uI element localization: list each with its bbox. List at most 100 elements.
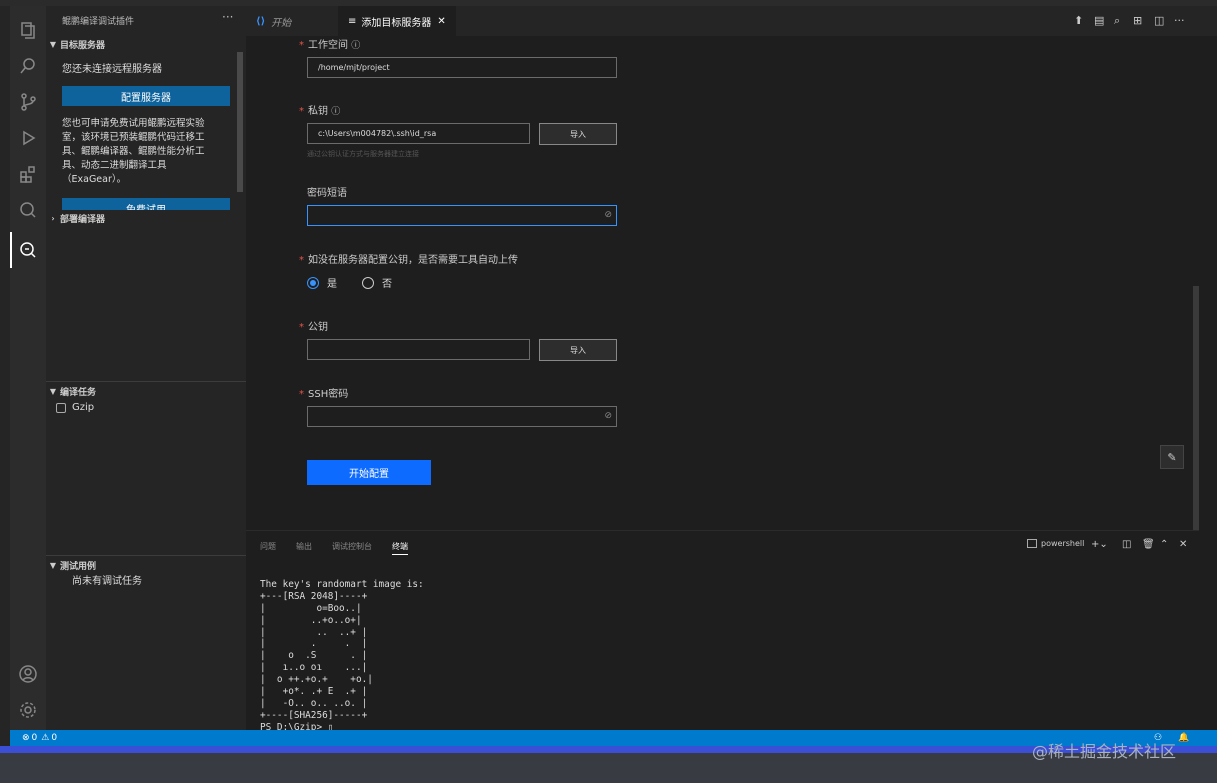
terminal-shell-selector[interactable]: powershell (1027, 539, 1084, 548)
required-mark: * (299, 255, 304, 266)
radio-no[interactable]: 否 (362, 275, 392, 290)
section-test-cases[interactable]: ▼ 测试用例 (46, 557, 246, 573)
public-key-input[interactable] (307, 339, 530, 360)
section-label: 编译任务 (60, 387, 97, 398)
tab-terminal[interactable]: 终端 (392, 541, 408, 555)
search-icon[interactable]: ⌕ (1114, 14, 1120, 28)
split-editor-icon[interactable]: ◫ (1154, 14, 1164, 27)
sidebar-title: 鲲鹏编译调试插件 (62, 17, 135, 27)
terminal-output[interactable]: The key's randomart image is: +---[RSA 20… (260, 567, 424, 758)
edit-icon[interactable]: ✎ (1160, 445, 1184, 469)
warning-icon[interactable]: ⚠ (41, 733, 49, 743)
private-key-hint: 通过公钥认证方式与服务器建立连接 (307, 150, 419, 158)
source-control-icon[interactable] (10, 84, 46, 120)
trial-text: 您也可申请免费试用鲲鹏远程实验 室，该环境已预装鲲鹏代码迁移工 具、鲲鹏编译器、… (62, 117, 205, 187)
editor-tab-bar: ⟨⟩ 开始 ≡ 添加目标服务器 ✕ ⬆ ▤ ⌕ ⊞ ◫ ··· (246, 6, 1217, 36)
import-private-key-button[interactable]: 导入 (539, 123, 617, 145)
sidebar: 鲲鹏编译调试插件 ··· ▼ 目标服务器 您还未连接远程服务器 配置服务器 您也… (46, 6, 246, 730)
task-icon (56, 403, 66, 413)
account-icon[interactable] (10, 656, 46, 692)
workspace-input[interactable]: /home/mjt/project (307, 57, 617, 78)
settings-gear-icon[interactable] (10, 692, 46, 728)
error-count[interactable]: 0 (32, 733, 38, 743)
help-icon[interactable]: ⓘ (331, 107, 340, 117)
eye-off-icon[interactable]: ⊘ (604, 210, 612, 220)
explorer-icon[interactable] (10, 12, 46, 48)
passphrase-label: 密码短语 (307, 188, 347, 199)
trial-button-clip: 免费试用 (62, 198, 230, 210)
required-mark: * (299, 322, 304, 333)
more-actions-icon[interactable]: ··· (1174, 14, 1185, 27)
more-actions-icon[interactable]: ··· (222, 10, 233, 24)
kunpeng-compiler-icon[interactable] (10, 232, 46, 268)
configure-server-button[interactable]: 配置服务器 (62, 86, 230, 106)
private-key-label: * 私钥 ⓘ (299, 102, 340, 117)
tab-label: 添加目标服务器 (361, 17, 432, 29)
terminal-line: | -O.. o.. ..o. | (260, 697, 368, 709)
section-label: 测试用例 (60, 561, 97, 572)
trial-line: 具、动态二进制翻译工具 (62, 160, 167, 171)
sidebar-scrollbar[interactable] (237, 52, 243, 192)
tab-label: 开始 (271, 17, 292, 29)
shell-label: powershell (1041, 539, 1085, 548)
split-terminal-icon[interactable]: ◫ (1122, 539, 1131, 550)
free-trial-button[interactable]: 免费试用 (62, 198, 230, 210)
section-target-server[interactable]: ▼ 目标服务器 (46, 36, 246, 52)
section-label: 部署编译器 (60, 214, 106, 225)
activity-bar (10, 6, 46, 730)
notifications-bell-icon[interactable]: 🔔 (1178, 733, 1189, 743)
section-deploy-compiler[interactable]: › 部署编译器 (46, 210, 246, 226)
vscode-logo-icon: ⟨⟩ (256, 15, 266, 27)
tab-start[interactable]: ⟨⟩ 开始 (246, 6, 338, 36)
not-connected-text: 您还未连接远程服务器 (62, 64, 162, 75)
terminal-icon (1027, 539, 1037, 548)
section-compile-tasks[interactable]: ▼ 编译任务 (46, 383, 246, 399)
label-text: SSH密码 (308, 389, 349, 400)
trial-line: 具、鲲鹏编译器、鲲鹏性能分析工 (62, 146, 205, 157)
terminal-line: +----[SHA256]-----+ (260, 709, 368, 721)
label-text: 工作空间 (308, 40, 348, 51)
start-configuration-button[interactable]: 开始配置 (307, 460, 431, 485)
private-key-input[interactable]: c:\Users\m004782\.ssh\id_rsa (307, 123, 530, 144)
divider (46, 381, 246, 382)
radio-yes[interactable]: 是 (307, 275, 337, 290)
divider (46, 555, 246, 556)
editor-area: * 工作空间 ⓘ /home/mjt/project * 私钥 ⓘ c:\Users… (246, 36, 1199, 530)
close-panel-icon[interactable]: ✕ (1179, 539, 1187, 550)
ssh-password-input[interactable]: ⊘ (307, 406, 617, 427)
chevron-down-icon: ▼ (49, 386, 57, 396)
maximize-panel-icon[interactable]: ⌃ (1160, 539, 1168, 550)
public-key-label: * 公钥 (299, 318, 328, 333)
tab-debug-console[interactable]: 调试控制台 (332, 541, 372, 552)
add-terminal-icon[interactable]: +⌄ (1091, 539, 1108, 550)
upload-icon[interactable]: ⬆ (1074, 14, 1083, 27)
terminal-line: | ı..o oı ...| (260, 662, 368, 674)
compile-item-gzip[interactable]: Gzip (56, 401, 94, 415)
compare-icon[interactable]: ⊞ (1133, 14, 1142, 27)
search-icon[interactable] (10, 48, 46, 84)
passphrase-input[interactable]: ⊘ (307, 205, 617, 226)
radio-checked-icon (307, 276, 319, 289)
right-gutter (1199, 36, 1217, 730)
kunpeng-porting-icon[interactable] (10, 192, 46, 228)
error-icon[interactable]: ⊗ (22, 733, 30, 743)
tab-problems[interactable]: 问题 (260, 541, 276, 552)
run-debug-icon[interactable] (10, 120, 46, 156)
warning-count[interactable]: 0 (51, 733, 57, 743)
chevron-down-icon: ▼ (49, 39, 57, 49)
tab-add-target-server[interactable]: ≡ 添加目标服务器 ✕ (338, 6, 456, 36)
chevron-right-icon: › (51, 213, 55, 223)
trash-icon[interactable]: 🗑 (1142, 539, 1155, 550)
tab-output[interactable]: 输出 (296, 541, 312, 552)
document-icon[interactable]: ▤ (1094, 14, 1104, 27)
import-public-key-button[interactable]: 导入 (539, 339, 617, 361)
eye-off-icon[interactable]: ⊘ (604, 411, 612, 421)
close-icon[interactable]: ✕ (437, 16, 445, 27)
radio-label: 否 (382, 279, 392, 290)
extensions-icon[interactable] (10, 156, 46, 192)
terminal-line: | ..+o..o+| (260, 614, 362, 626)
label-text: 私钥 (308, 106, 328, 117)
help-icon[interactable]: ⓘ (351, 41, 360, 51)
list-icon: ≡ (348, 15, 357, 27)
auto-upload-label: * 如没在服务器配置公钥，是否需要工具自动上传 (299, 251, 518, 266)
